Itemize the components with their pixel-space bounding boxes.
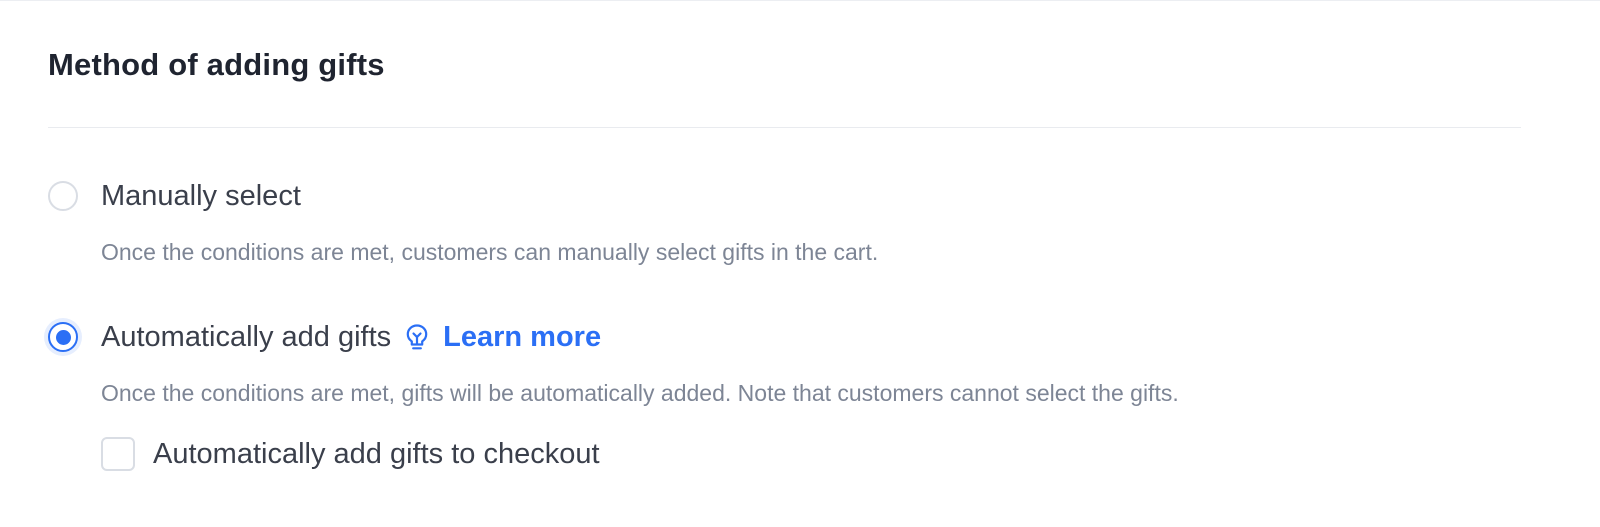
radio-option-automatic[interactable]: Automatically add gifts Learn more bbox=[48, 318, 601, 356]
radio-button-automatic[interactable] bbox=[48, 322, 78, 352]
checkout-checkbox-label[interactable]: Automatically add gifts to checkout bbox=[153, 435, 600, 473]
radio-button-manual[interactable] bbox=[48, 181, 78, 211]
description-manual: Once the conditions are met, customers c… bbox=[101, 239, 879, 265]
radio-option-manual[interactable]: Manually select bbox=[48, 177, 301, 215]
radio-label-manual[interactable]: Manually select bbox=[101, 177, 301, 215]
radio-selected-dot bbox=[55, 329, 71, 345]
section-title: Method of adding gifts bbox=[48, 47, 385, 82]
radio-label-automatic[interactable]: Automatically add gifts bbox=[101, 318, 391, 356]
description-automatic: Once the conditions are met, gifts will … bbox=[101, 380, 1179, 406]
checkout-checkbox[interactable] bbox=[101, 437, 135, 471]
checkbox-option-checkout[interactable]: Automatically add gifts to checkout bbox=[101, 435, 600, 473]
lightbulb-icon[interactable] bbox=[403, 322, 431, 352]
gift-method-card: Method of adding gifts Manually select O… bbox=[0, 0, 1600, 527]
section-divider bbox=[48, 127, 1521, 128]
learn-more-link[interactable]: Learn more bbox=[443, 318, 601, 356]
